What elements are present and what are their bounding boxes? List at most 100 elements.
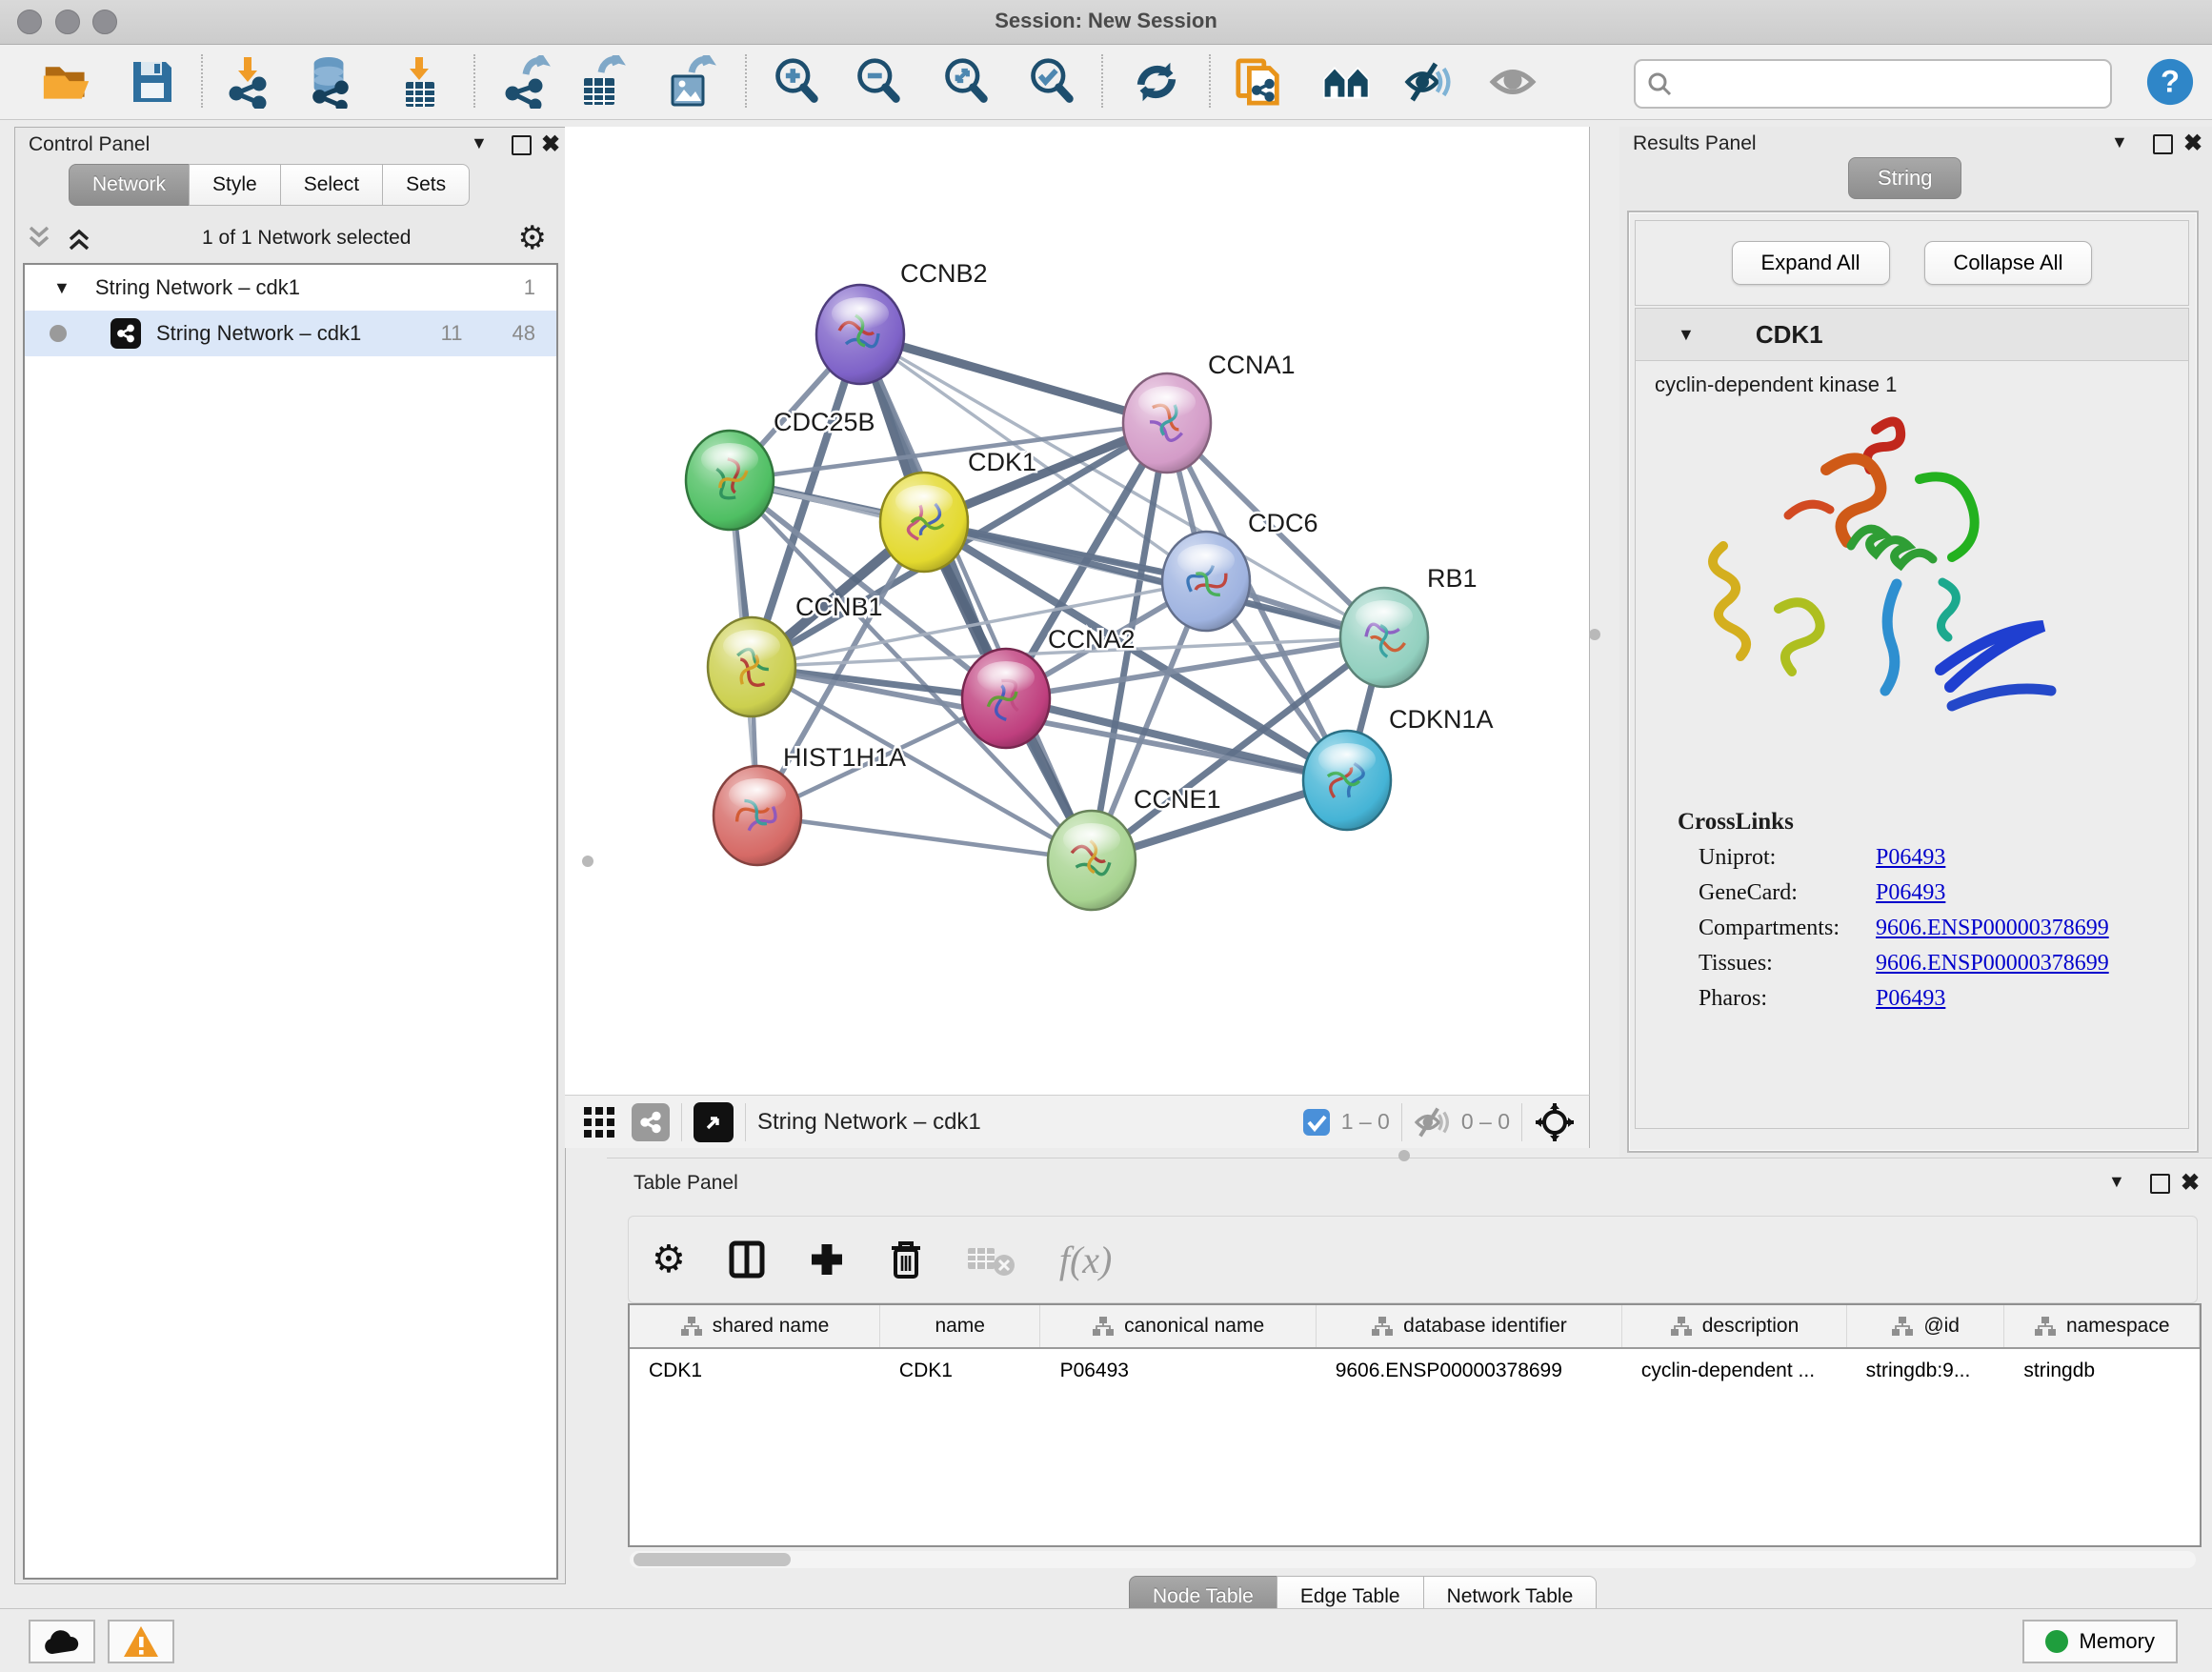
network-node-CCNE1[interactable]: CCNE1	[1048, 785, 1221, 910]
right-splitter-handle[interactable]	[1589, 629, 1600, 640]
expand-all-button[interactable]: Expand All	[1732, 241, 1890, 285]
crosslink-link[interactable]: P06493	[1876, 880, 1945, 906]
table-cell[interactable]: stringdb:9...	[1847, 1349, 2005, 1393]
expand-all-icon[interactable]	[63, 224, 95, 252]
show-all-button[interactable]	[1482, 52, 1543, 111]
table-panel-close-button[interactable]: ✖	[2181, 1169, 2200, 1197]
scrollbar-thumb[interactable]	[633, 1553, 791, 1566]
control-panel-float-button[interactable]	[512, 135, 532, 155]
network-node-CCNB1[interactable]: CCNB1	[708, 593, 883, 716]
export-network-icon	[501, 55, 551, 109]
network-options-gear-icon[interactable]: ⚙	[518, 219, 547, 257]
warnings-button[interactable]	[108, 1620, 174, 1663]
network-node-HIST1H1A[interactable]: HIST1H1A	[714, 743, 906, 865]
table-options-gear-icon[interactable]: ⚙	[652, 1238, 686, 1281]
crosslink-link[interactable]: 9606.ENSP00000378699	[1876, 916, 2109, 941]
import-network-button[interactable]	[217, 52, 278, 111]
memory-status-icon	[2045, 1630, 2068, 1653]
zoom-fit-button[interactable]	[935, 52, 996, 111]
import-network-from-database-button[interactable]	[299, 52, 360, 111]
crosslink-link[interactable]: P06493	[1876, 986, 1945, 1012]
first-neighbors-button[interactable]	[1317, 52, 1377, 111]
column-header-shared-name[interactable]: shared name	[630, 1305, 880, 1347]
help-button[interactable]: ?	[2140, 52, 2201, 111]
bottom-splitter-handle[interactable]	[1398, 1150, 1410, 1161]
birds-eye-view-icon[interactable]	[580, 1103, 618, 1141]
table-cell[interactable]: P06493	[1041, 1349, 1317, 1393]
column-header--id[interactable]: @id	[1847, 1305, 2005, 1347]
svg-text:?: ?	[2161, 64, 2180, 99]
export-image-button[interactable]	[661, 52, 722, 111]
column-header-namespace[interactable]: namespace	[2004, 1305, 2200, 1347]
network-node-RB1[interactable]: RB1	[1340, 564, 1478, 687]
export-table-button[interactable]	[572, 52, 633, 111]
network-node-CDKN1A[interactable]: CDKN1A	[1303, 705, 1494, 830]
automation-cloud-button[interactable]	[29, 1620, 95, 1663]
search-icon	[1647, 71, 1672, 96]
table-horizontal-scrollbar[interactable]	[630, 1551, 2196, 1568]
network-collection-label: String Network – cdk1	[95, 275, 524, 300]
column-header-canonical-name[interactable]: canonical name	[1040, 1305, 1316, 1347]
add-column-icon[interactable]	[808, 1240, 846, 1279]
crosslink-link[interactable]: 9606.ENSP00000378699	[1876, 951, 2109, 977]
table-cell[interactable]: CDK1	[630, 1349, 880, 1393]
crosslink-label: Uniprot:	[1699, 845, 1876, 871]
network-canvas[interactable]: CCNB2CCNA1CDC25BCDK1CDC6RB1CCNB1CCNA2CDK…	[565, 127, 1590, 1095]
control-panel-close-button[interactable]: ✖	[541, 131, 560, 158]
table-cell[interactable]: cyclin-dependent ...	[1622, 1349, 1847, 1393]
tab-style[interactable]: Style	[189, 164, 281, 206]
zoom-selected-button[interactable]	[1021, 52, 1082, 111]
tab-network[interactable]: Network	[69, 164, 190, 206]
network-row[interactable]: String Network – cdk1 11 48	[25, 311, 556, 356]
network-node-CCNA1[interactable]: CCNA1	[1123, 351, 1296, 473]
left-splitter-handle[interactable]	[582, 856, 593, 867]
gene-section-expander-icon[interactable]: ▼	[1678, 325, 1695, 345]
zoom-in-button[interactable]	[766, 52, 827, 111]
open-session-button[interactable]	[36, 52, 97, 111]
column-header-name[interactable]: name	[880, 1305, 1041, 1347]
collapse-all-icon[interactable]	[23, 224, 55, 252]
export-table-icon	[578, 55, 626, 109]
search-input[interactable]	[1679, 64, 2110, 104]
column-header-description[interactable]: description	[1622, 1305, 1847, 1347]
results-panel-collapse-button[interactable]: ▼	[2111, 132, 2128, 152]
network-collection-row[interactable]: ▼ String Network – cdk1 1	[25, 265, 556, 311]
network-label: String Network – cdk1	[156, 321, 441, 346]
table-cell[interactable]: CDK1	[880, 1349, 1041, 1393]
save-session-button[interactable]	[122, 52, 183, 111]
new-network-from-selection-button[interactable]	[1229, 52, 1290, 111]
table-panel-float-button[interactable]	[2150, 1174, 2170, 1194]
selected-checkbox-icon[interactable]	[1301, 1107, 1332, 1138]
network-node-CDC25B[interactable]: CDC25B	[686, 408, 875, 530]
crosslinks-list: Uniprot:P06493GeneCard:P06493Compartment…	[1636, 845, 2188, 1012]
import-table-button[interactable]	[389, 52, 450, 111]
column-header-database-identifier[interactable]: database identifier	[1317, 1305, 1622, 1347]
table-cell[interactable]: 9606.ENSP00000378699	[1317, 1349, 1622, 1393]
results-panel-float-button[interactable]	[2153, 134, 2173, 154]
delete-column-icon[interactable]	[888, 1239, 924, 1280]
eye-slash-icon	[1404, 57, 1454, 107]
crosslink-link[interactable]: P06493	[1876, 845, 1945, 871]
export-network-button[interactable]	[495, 52, 556, 111]
hide-selected-button[interactable]	[1398, 52, 1459, 111]
tab-select[interactable]: Select	[280, 164, 383, 206]
table-cell[interactable]: stringdb	[2004, 1349, 2200, 1393]
show-columns-icon[interactable]	[728, 1239, 766, 1279]
open-in-new-window-icon[interactable]	[694, 1102, 734, 1142]
fit-selected-crosshair-icon[interactable]	[1534, 1101, 1576, 1143]
network-node-count: 11	[441, 321, 463, 346]
string-network-graph[interactable]: CCNB2CCNA1CDC25BCDK1CDC6RB1CCNB1CCNA2CDK…	[565, 127, 1589, 1095]
apply-layout-button[interactable]	[1126, 52, 1187, 111]
memory-button[interactable]: Memory	[2022, 1620, 2178, 1663]
zoom-fit-icon	[941, 54, 991, 110]
network-share-icon[interactable]	[632, 1103, 670, 1141]
tree-expander-icon[interactable]: ▼	[53, 278, 70, 298]
zoom-out-button[interactable]	[848, 52, 909, 111]
control-panel-collapse-button[interactable]: ▼	[471, 133, 488, 153]
table-panel-collapse-button[interactable]: ▼	[2108, 1172, 2125, 1192]
table-row[interactable]: CDK1CDK1P064939606.ENSP00000378699cyclin…	[630, 1349, 2200, 1393]
collapse-all-button[interactable]: Collapse All	[1924, 241, 2093, 285]
string-results-tab[interactable]: String	[1848, 157, 1961, 199]
tab-sets[interactable]: Sets	[382, 164, 470, 206]
results-panel-close-button[interactable]: ✖	[2183, 130, 2202, 157]
